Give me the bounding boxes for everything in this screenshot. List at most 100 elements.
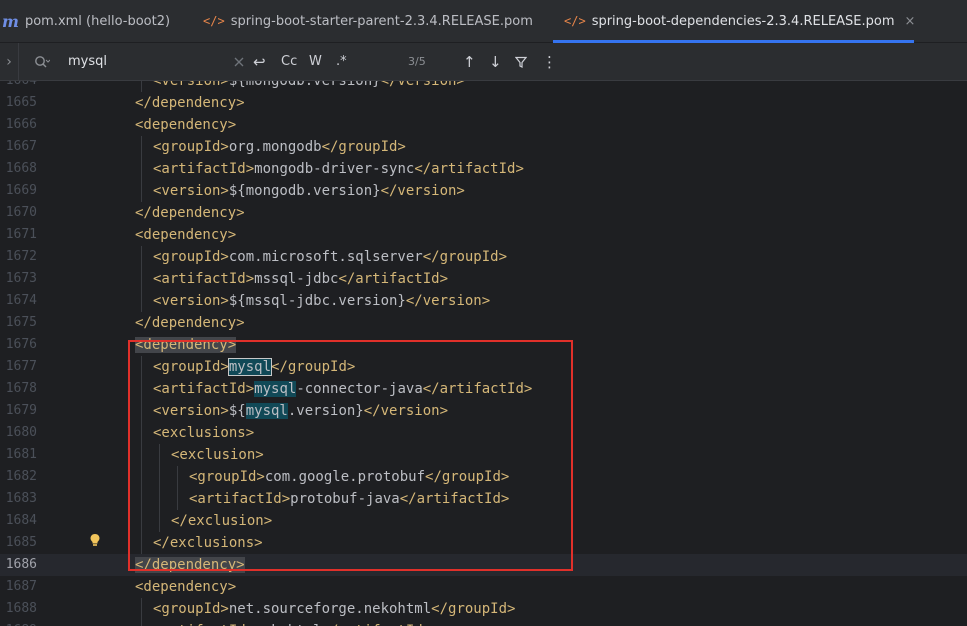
- xml-tag: <groupId>: [189, 469, 265, 485]
- xml-text: ${mssql-jdbc.version}: [228, 293, 406, 309]
- search-icon[interactable]: [34, 43, 50, 80]
- code-line[interactable]: 1675 </dependency>: [0, 312, 967, 334]
- xml-tag: <artifactId>: [153, 271, 255, 287]
- xml-text: -connector-java: [296, 381, 423, 397]
- indent-guide: [159, 444, 160, 466]
- code-line[interactable]: 1688 <groupId>net.sourceforge.nekohtml</g…: [0, 598, 967, 620]
- code-line[interactable]: 1677 <groupId>mysql</groupId>: [0, 356, 967, 378]
- line-number: 1673: [5, 271, 37, 286]
- xml-tag: <exclusion>: [171, 447, 264, 463]
- maven-icon: m: [2, 11, 19, 31]
- indent-guide: [141, 620, 142, 626]
- code-line[interactable]: 1678 <artifactId>mysql-connector-java</ar…: [0, 378, 967, 400]
- new-line-icon[interactable]: ↩: [253, 43, 266, 80]
- code-line[interactable]: 1673 <artifactId>mssql-jdbc</artifactId>: [0, 268, 967, 290]
- xml-tag: <version>: [153, 293, 229, 309]
- xml-tag: </dependency>: [135, 315, 245, 331]
- tab-starter-parent-pom[interactable]: </> spring-boot-starter-parent-2.3.4.REL…: [203, 0, 533, 42]
- xml-tag: <artifactId>: [153, 381, 255, 397]
- code-line[interactable]: 1680 <exclusions>: [0, 422, 967, 444]
- xml-tag: <dependency>: [135, 227, 237, 243]
- tab-dependencies-pom[interactable]: </> spring-boot-dependencies-2.3.4.RELEA…: [564, 0, 915, 42]
- code-text: <artifactId>mongodb-driver-sync</artifac…: [153, 158, 524, 180]
- xml-tag: <exclusions>: [153, 425, 255, 441]
- next-occurrence-icon[interactable]: ↓: [489, 43, 502, 80]
- code-text: <artifactId>protobuf-java</artifactId>: [189, 488, 509, 510]
- line-number: 1667: [5, 139, 37, 154]
- code-line[interactable]: 1668 <artifactId>mongodb-driver-sync</art…: [0, 158, 967, 180]
- code-text: <artifactId>nekohtml</artifactId>: [153, 620, 431, 626]
- search-match: mysql: [227, 358, 273, 376]
- line-number: 1664: [0, 81, 37, 92]
- xml-tag: <artifactId>: [153, 161, 255, 177]
- indent-guide: [141, 488, 142, 510]
- code-text: </dependency>: [135, 312, 245, 334]
- more-options-icon[interactable]: ⋮: [542, 43, 557, 80]
- search-input[interactable]: mysql: [68, 43, 107, 80]
- xml-tag: <version>: [153, 183, 229, 199]
- expand-replace-icon[interactable]: ›: [0, 43, 19, 80]
- close-icon[interactable]: ×: [905, 14, 916, 29]
- xml-tag: <dependency>: [135, 117, 237, 133]
- line-number: 1670: [5, 205, 37, 220]
- clear-search-icon[interactable]: [234, 43, 244, 80]
- code-line[interactable]: 1679 <version>${mysql.version}</version>: [0, 400, 967, 422]
- tab-label: spring-boot-dependencies-2.3.4.RELEASE.p…: [591, 13, 895, 29]
- code-editor[interactable]: 1664<version>${mongodb.version}</version…: [0, 81, 967, 626]
- code-line[interactable]: 1689 <artifactId>nekohtml</artifactId>: [0, 620, 967, 626]
- search-match: mysql: [254, 381, 297, 397]
- code-line[interactable]: 1665 </dependency>: [0, 92, 967, 114]
- code-text: <exclusions>: [153, 422, 254, 444]
- line-number: 1685: [5, 535, 37, 550]
- tab-label: pom.xml (hello-boot2): [24, 13, 171, 29]
- line-number: 1686: [5, 557, 37, 572]
- regex-button[interactable]: .*: [336, 43, 347, 80]
- code-line[interactable]: 1670 </dependency>: [0, 202, 967, 224]
- words-button[interactable]: W: [309, 43, 322, 80]
- code-line[interactable]: 1669 <version>${mongodb.version}</version…: [0, 180, 967, 202]
- code-line[interactable]: 1664 <version>${mongodb.version}</version…: [0, 81, 967, 92]
- code-text: <groupId>com.microsoft.sqlserver</groupI…: [153, 246, 507, 268]
- xml-tag: <version>: [153, 81, 229, 89]
- code-line[interactable]: 1681 <exclusion>: [0, 444, 967, 466]
- tab-pom-xml[interactable]: m pom.xml (hello-boot2): [2, 0, 170, 42]
- code-line[interactable]: 1667 <groupId>org.mongodb</groupId>: [0, 136, 967, 158]
- xml-tag: </artifactId>: [338, 271, 449, 287]
- line-number: 1676: [5, 337, 37, 352]
- indent-guide: [141, 356, 142, 378]
- code-line[interactable]: 1671 <dependency>: [0, 224, 967, 246]
- code-line[interactable]: 1672 <groupId>com.microsoft.sqlserver</gr…: [0, 246, 967, 268]
- line-number: 1675: [5, 315, 37, 330]
- indent-guide: [141, 180, 142, 202]
- code-text: <version>${mysql.version}</version>: [153, 400, 448, 422]
- filter-icon[interactable]: [515, 43, 527, 80]
- code-text: <dependency>: [135, 114, 236, 136]
- xml-tag: </version>: [363, 403, 449, 419]
- line-number: 1689: [0, 620, 37, 626]
- line-number: 1688: [5, 601, 37, 616]
- bulb-icon[interactable]: [89, 533, 101, 547]
- xml-tag: </groupId>: [422, 249, 508, 265]
- code-line[interactable]: 1676 <dependency>: [0, 334, 967, 356]
- code-line[interactable]: 1674 <version>${mssql-jdbc.version}</vers…: [0, 290, 967, 312]
- indent-guide: [141, 510, 142, 532]
- indent-guide: [159, 466, 160, 488]
- code-line[interactable]: 1687 <dependency>: [0, 576, 967, 598]
- previous-occurrence-icon[interactable]: ↑: [463, 43, 476, 80]
- xml-tag: </dependency>: [135, 95, 245, 111]
- xml-tag: </exclusion>: [171, 513, 273, 529]
- xml-tag: </version>: [380, 81, 465, 89]
- line-number: 1674: [5, 293, 37, 308]
- code-line[interactable]: 1684 </exclusion>: [0, 510, 967, 532]
- code-line[interactable]: 1683 <artifactId>protobuf-java</artifactI…: [0, 488, 967, 510]
- search-match: mysql: [245, 403, 288, 419]
- indent-guide: [141, 158, 142, 180]
- code-line[interactable]: 1666 <dependency>: [0, 114, 967, 136]
- indent-guide: [141, 246, 142, 268]
- code-line[interactable]: 1682 <groupId>com.google.protobuf</groupI…: [0, 466, 967, 488]
- code-line[interactable]: 1686 </dependency>: [0, 554, 967, 576]
- match-case-button[interactable]: Cc: [281, 43, 297, 80]
- code-line[interactable]: 1685 </exclusions>: [0, 532, 967, 554]
- line-number: 1672: [5, 249, 37, 264]
- xml-text: com.google.protobuf: [264, 469, 426, 485]
